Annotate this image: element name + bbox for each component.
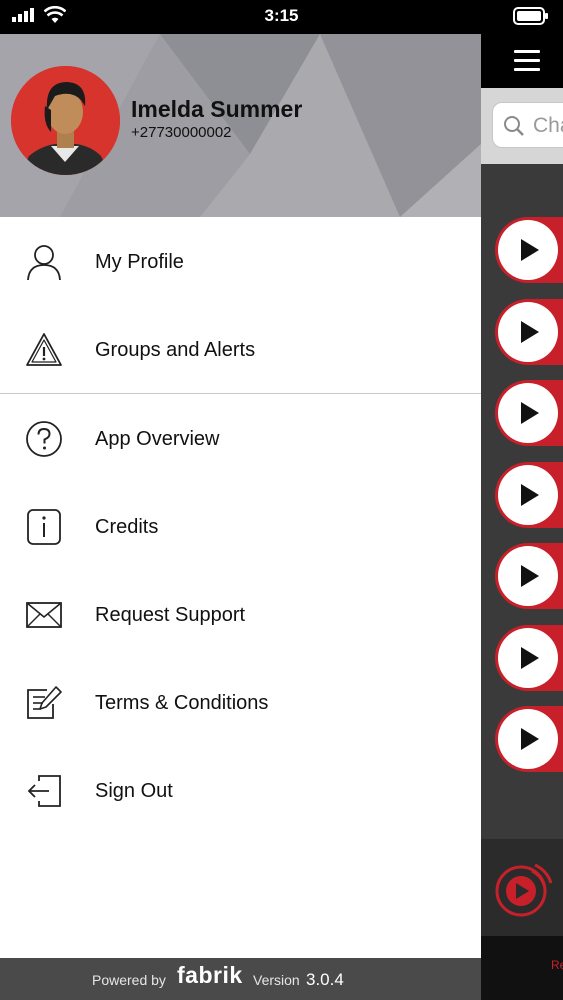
menu-item-groups-and-alerts[interactable]: Groups and Alerts xyxy=(0,305,481,393)
brand-logo: fabrik xyxy=(177,962,243,988)
broadcast-play-icon[interactable] xyxy=(491,857,555,926)
user-icon xyxy=(25,243,63,281)
sign-out-icon xyxy=(25,772,63,810)
user-phone: +27730000002 xyxy=(131,124,232,141)
play-icon[interactable] xyxy=(498,709,558,769)
drawer-footer: Powered by fabrik Version 3.0.4 xyxy=(0,958,481,1000)
play-icon[interactable] xyxy=(498,302,558,362)
version-label: Version xyxy=(253,972,300,988)
mail-icon xyxy=(25,596,63,634)
list-item[interactable] xyxy=(495,380,563,446)
menu-item-label: App Overview xyxy=(95,428,220,450)
menu-item-label: Sign Out xyxy=(95,780,173,802)
search-placeholder: Cha xyxy=(533,114,563,137)
version-number: 3.0.4 xyxy=(306,970,344,989)
info-icon xyxy=(25,508,63,546)
avatar[interactable] xyxy=(11,66,120,175)
list-item[interactable] xyxy=(495,462,563,528)
edit-document-icon xyxy=(25,684,63,722)
list-item[interactable] xyxy=(495,299,563,365)
background-tab-bar: Re xyxy=(481,936,563,1000)
battery-icon xyxy=(513,7,549,30)
play-icon[interactable] xyxy=(498,220,558,280)
background-search-bar: Cha xyxy=(481,88,563,164)
menu-item-my-profile[interactable]: My Profile xyxy=(0,217,481,305)
background-player xyxy=(481,839,563,936)
background-search-input[interactable]: Cha xyxy=(492,102,563,148)
status-bar: 3:15 xyxy=(0,0,563,34)
drawer-menu: My Profile Groups and Alerts App Overvie… xyxy=(0,217,481,834)
list-item[interactable] xyxy=(495,625,563,691)
menu-item-label: Groups and Alerts xyxy=(95,339,256,361)
menu-item-label: Request Support xyxy=(95,604,246,626)
status-time: 3:15 xyxy=(264,6,299,25)
menu-item-label: Credits xyxy=(95,516,159,538)
background-app: Cha Re xyxy=(481,34,563,1000)
play-icon[interactable] xyxy=(498,628,558,688)
list-item[interactable] xyxy=(495,543,563,609)
background-tab-label[interactable]: Re xyxy=(551,958,563,972)
menu-item-sign-out[interactable]: Sign Out xyxy=(0,746,481,834)
navigation-drawer: Imelda Summer +27730000002 My Profile Gr… xyxy=(0,34,481,1000)
menu-item-label: My Profile xyxy=(95,251,184,273)
play-icon[interactable] xyxy=(498,465,558,525)
search-icon xyxy=(503,115,525,142)
list-item[interactable] xyxy=(495,706,563,772)
menu-item-terms-and-conditions[interactable]: Terms & Conditions xyxy=(0,658,481,746)
warning-icon xyxy=(25,331,63,369)
help-icon xyxy=(25,420,63,458)
menu-item-credits[interactable]: Credits xyxy=(0,482,481,570)
menu-item-label: Terms & Conditions xyxy=(95,692,269,714)
powered-by-label: Powered by xyxy=(92,972,166,988)
menu-item-app-overview[interactable]: App Overview xyxy=(0,394,481,482)
profile-header: Imelda Summer +27730000002 xyxy=(0,34,481,217)
background-app-header xyxy=(481,34,563,88)
menu-item-request-support[interactable]: Request Support xyxy=(0,570,481,658)
play-icon[interactable] xyxy=(498,546,558,606)
background-audio-list xyxy=(481,164,563,839)
user-name: Imelda Summer xyxy=(131,96,303,122)
hamburger-menu-icon[interactable] xyxy=(514,50,540,77)
list-item[interactable] xyxy=(495,217,563,283)
play-icon[interactable] xyxy=(498,383,558,443)
